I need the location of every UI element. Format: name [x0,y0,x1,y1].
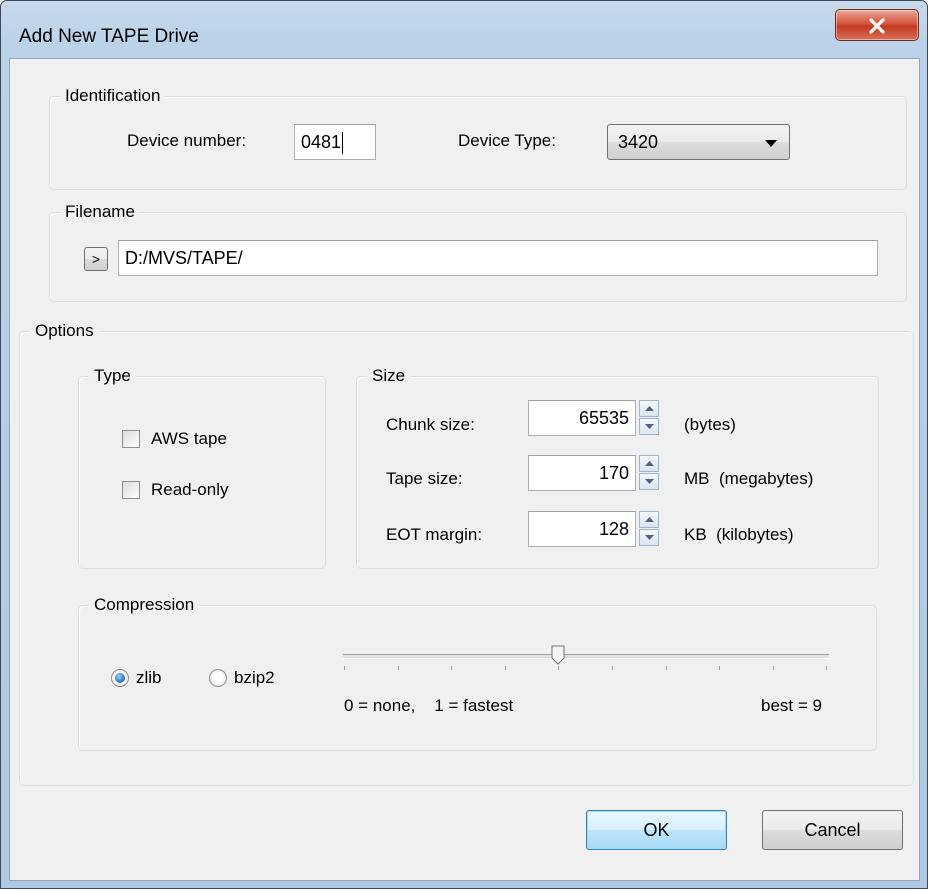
eot-margin-label: EOT margin: [386,525,483,544]
chevron-down-icon [765,140,777,147]
arrow-down-icon [645,535,654,540]
chunk-size-input[interactable]: 65535 [528,400,636,436]
options-legend: Options [30,320,99,342]
device-type-label: Device Type: [458,131,556,150]
tape-size-input[interactable]: 170 [528,455,636,491]
size-legend: Size [367,365,411,387]
identification-legend: Identification [60,85,166,107]
dialog-client-area: Identification Device number: 0481 Devic… [9,58,920,881]
eot-margin-input[interactable]: 128 [528,511,636,547]
cancel-button[interactable]: Cancel [762,810,903,850]
eot-margin-unit: KB (kilobytes) [684,525,794,544]
spin-down-button[interactable] [639,418,659,435]
arrow-up-icon [645,461,654,466]
bzip2-label[interactable]: bzip2 [234,668,275,688]
read-only-checkbox[interactable] [122,481,140,499]
aws-tape-label[interactable]: AWS tape [151,429,227,449]
text-caret [342,132,344,155]
filename-legend: Filename [60,201,140,223]
spin-down-button[interactable] [639,473,659,490]
arrow-up-icon [645,517,654,522]
chunk-size-label: Chunk size: [386,415,475,434]
title-bar[interactable]: Add New TAPE Drive [1,1,927,59]
browse-button[interactable]: > [84,247,108,271]
close-icon [869,18,885,34]
arrow-down-icon [645,479,654,484]
compression-legend: Compression [89,594,200,616]
filename-input[interactable]: D:/MVS/TAPE/ [118,240,878,276]
slider-tick [451,666,452,670]
slider-max-label: best = 9 [761,696,822,715]
zlib-label[interactable]: zlib [136,668,162,688]
close-button[interactable] [835,9,919,41]
slider-tick [398,666,399,670]
eot-margin-spinner[interactable] [639,511,659,547]
arrow-down-icon [645,424,654,429]
spin-up-button[interactable] [639,511,659,528]
spin-up-button[interactable] [639,400,659,417]
slider-tick [773,666,774,670]
aws-tape-checkbox[interactable] [122,430,140,448]
slider-tick [612,666,613,670]
device-number-label: Device number: [127,131,247,150]
spin-down-button[interactable] [639,529,659,546]
tape-size-spinner[interactable] [639,455,659,491]
device-number-value: 0481 [301,132,342,152]
spin-up-button[interactable] [639,455,659,472]
slider-tick [505,666,506,670]
slider-tick [719,666,720,670]
read-only-label[interactable]: Read-only [151,480,229,500]
tape-size-label: Tape size: [386,469,463,488]
device-number-input[interactable]: 0481 [294,124,376,160]
slider-tick [558,666,559,670]
ok-button[interactable]: OK [586,810,727,850]
compression-group: Compression [78,594,877,751]
tape-size-unit: MB (megabytes) [684,469,814,488]
compression-slider[interactable] [343,654,829,659]
slider-min-label: 0 = none, 1 = fastest [344,696,514,715]
chunk-size-spinner[interactable] [639,400,659,436]
slider-tick [666,666,667,670]
window-title: Add New TAPE Drive [19,26,199,47]
bzip2-radio[interactable] [209,669,227,687]
type-group: Type [78,365,326,569]
dialog-window: Add New TAPE Drive Identification Device… [0,0,928,889]
device-type-select[interactable]: 3420 [607,124,790,160]
slider-thumb[interactable] [551,645,565,665]
slider-tick [344,666,345,670]
slider-tick [826,666,827,670]
arrow-up-icon [645,406,654,411]
device-type-value: 3420 [618,132,659,152]
zlib-radio[interactable] [111,669,129,687]
type-legend: Type [89,365,136,387]
chunk-size-unit: (bytes) [684,415,736,434]
